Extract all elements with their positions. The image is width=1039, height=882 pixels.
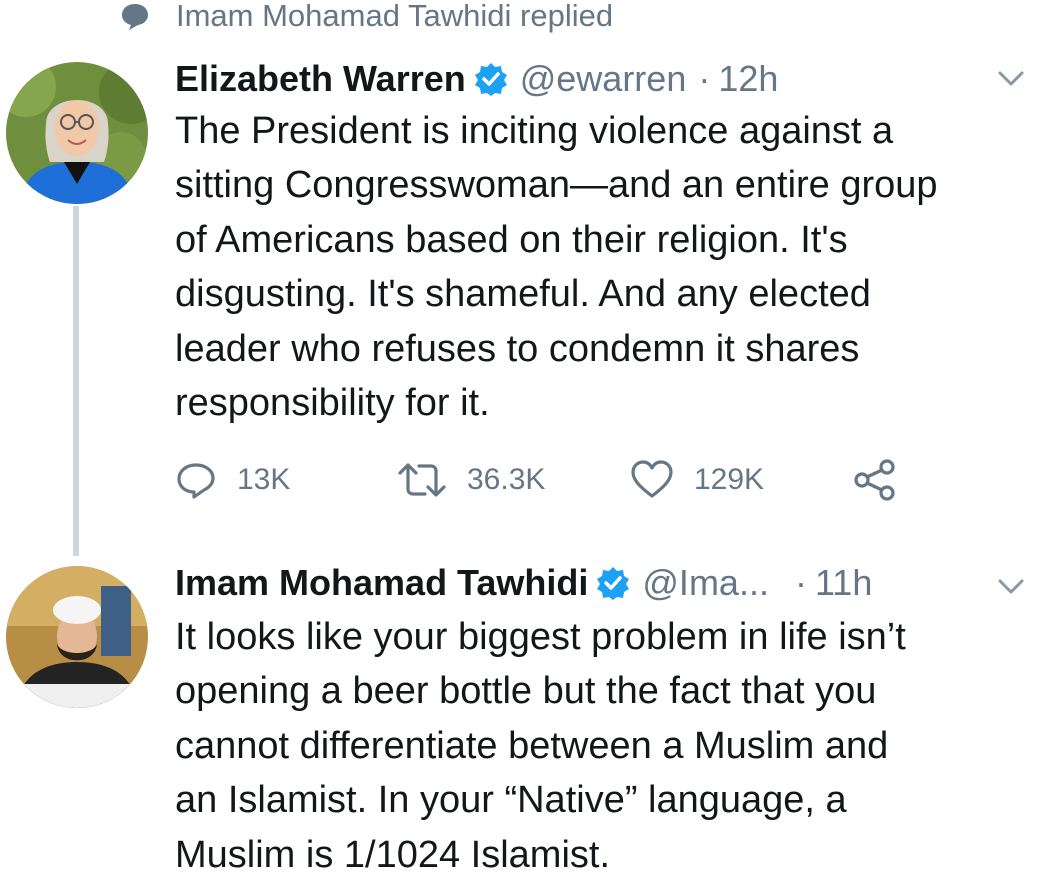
tweet-header: Elizabeth Warren @ewarren · 12h [175,52,778,106]
reply-context: Imam Mohamad Tawhidi replied [120,0,613,38]
tweet-timestamp[interactable]: 12h [718,58,778,100]
share-button[interactable] [853,452,897,508]
share-icon [854,459,895,501]
retweet-icon [398,463,446,497]
reply-count: 13K [237,463,291,496]
thread-line [73,206,79,556]
chevron-down-icon[interactable] [994,570,1028,604]
like-count: 129K [694,463,765,496]
verified-badge-icon [597,567,630,600]
like-button[interactable]: 129K [630,452,764,508]
author-handle[interactable]: @Ima... [642,562,769,604]
reply-button[interactable]: 13K [175,452,290,508]
author-name[interactable]: Elizabeth Warren [175,58,466,100]
tweet-text: The President is inciting violence again… [175,110,938,425]
avatar-imam-mohamad-tawhidi[interactable] [6,566,148,708]
separator-dot: · [698,58,711,99]
tweet-timestamp[interactable]: 11h [815,562,872,604]
separator-dot: · [794,562,807,603]
author-name[interactable]: Imam Mohamad Tawhidi [175,562,588,604]
reply-context-text: Imam Mohamad Tawhidi replied [176,0,614,33]
tweet-header: Imam Mohamad Tawhidi @Ima... · 11h [175,556,872,610]
reply-icon [177,463,215,499]
tweet-actions: 13K 36.3K 129K [175,452,935,508]
verified-badge-icon [474,63,507,96]
tweet-text: It looks like your biggest problem in li… [175,616,906,876]
avatar-elizabeth-warren[interactable] [6,62,148,204]
heart-icon [631,460,673,498]
author-handle[interactable]: @ewarren [520,58,687,100]
retweet-count: 36.3K [467,463,546,496]
speech-bubble-icon [122,4,148,30]
chevron-down-icon[interactable] [994,62,1028,96]
retweet-button[interactable]: 36.3K [397,452,545,508]
